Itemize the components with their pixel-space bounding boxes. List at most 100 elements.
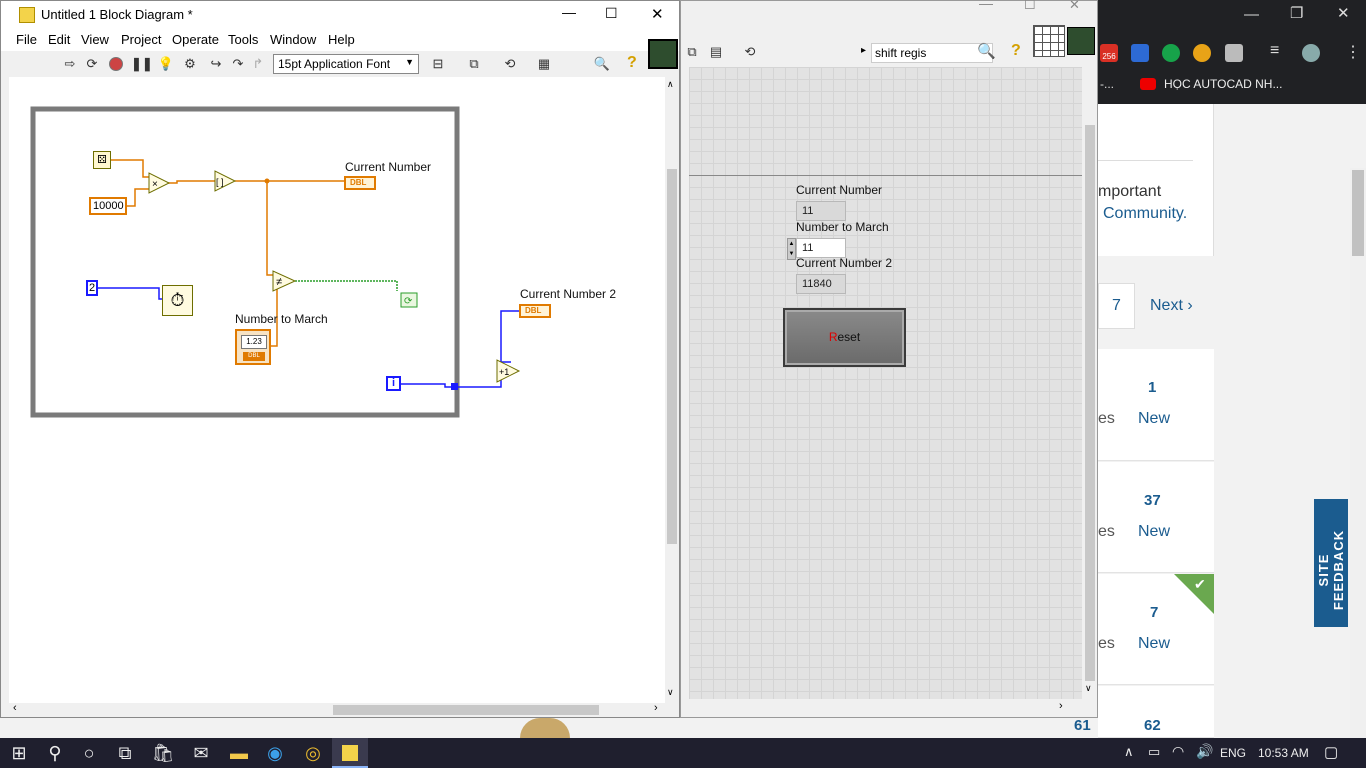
align-objects-icon[interactable]: ⊟ bbox=[429, 55, 447, 73]
wait-ms-icon[interactable]: ⏱ bbox=[162, 285, 193, 316]
grammarly-icon[interactable] bbox=[1162, 44, 1180, 62]
chrome-icon[interactable]: ◎ bbox=[296, 738, 330, 768]
row-new-link[interactable]: New bbox=[1138, 410, 1170, 428]
scrollbar-thumb[interactable] bbox=[1085, 125, 1095, 681]
front-panel-canvas[interactable]: Current Number 11 Number to March ▲ ▼ 11 … bbox=[689, 67, 1082, 699]
abort-icon[interactable] bbox=[109, 57, 123, 71]
outlook-icon[interactable]: ✉ bbox=[184, 738, 218, 768]
task-view-icon[interactable]: ⧉ bbox=[108, 738, 142, 768]
highlight-execution-icon[interactable]: 💡 bbox=[157, 55, 175, 73]
board-row[interactable]: es 37 New bbox=[1098, 462, 1214, 573]
menu-operate[interactable]: Operate bbox=[172, 32, 219, 47]
minimize-icon[interactable]: — bbox=[562, 4, 576, 20]
scroll-down-icon[interactable]: ∨ bbox=[1085, 683, 1092, 694]
constant-10000[interactable]: 10000 bbox=[89, 197, 127, 215]
search-icon[interactable]: 🔍 bbox=[593, 55, 611, 73]
battery-icon[interactable]: ▭ bbox=[1148, 744, 1160, 760]
distribute-objects-icon[interactable]: ⧉ bbox=[683, 43, 701, 61]
current-number-terminal[interactable]: DBL bbox=[344, 176, 376, 190]
edge-icon[interactable]: ◉ bbox=[258, 738, 292, 768]
resize-objects-icon[interactable]: ▤ bbox=[707, 43, 725, 61]
fp-horizontal-scrollbar[interactable]: › bbox=[689, 700, 1082, 716]
notification-icon[interactable]: ▢ bbox=[1324, 743, 1338, 761]
step-over-icon[interactable]: ↷ bbox=[229, 55, 247, 73]
pause-icon[interactable]: ❚❚ bbox=[131, 55, 153, 73]
help-icon[interactable]: ? bbox=[627, 54, 637, 72]
vi-icon[interactable] bbox=[648, 39, 678, 69]
menu-project[interactable]: Project bbox=[121, 32, 161, 47]
minimize-icon[interactable]: — bbox=[1244, 6, 1259, 23]
browser-scrollbar[interactable] bbox=[1350, 168, 1366, 738]
search-icon[interactable]: ⚲ bbox=[38, 738, 72, 768]
clean-up-diagram-icon[interactable]: ▦ bbox=[535, 55, 553, 73]
gmail-icon[interactable]: 256 bbox=[1100, 44, 1118, 62]
scroll-down-icon[interactable]: ∨ bbox=[667, 687, 674, 698]
chevron-up-icon[interactable]: ∧ bbox=[1124, 744, 1134, 760]
font-select[interactable]: 15pt Application Font ▼ bbox=[273, 54, 419, 74]
iteration-terminal[interactable]: i bbox=[386, 376, 401, 391]
pagination-next[interactable]: Next › bbox=[1150, 297, 1193, 315]
menu-view[interactable]: View bbox=[81, 32, 109, 47]
connector-pane-icon[interactable] bbox=[1033, 25, 1065, 57]
scroll-up-icon[interactable]: ∧ bbox=[667, 79, 674, 90]
reorder-icon[interactable]: ⟲ bbox=[741, 43, 759, 61]
board-row[interactable]: 61 62 bbox=[1074, 686, 1214, 738]
site-feedback-tab[interactable]: SITE FEEDBACK bbox=[1314, 499, 1348, 627]
close-icon[interactable]: ✕ bbox=[651, 5, 664, 23]
board-row[interactable]: es 1 New bbox=[1098, 349, 1214, 461]
number-to-march-control[interactable]: 11 bbox=[796, 238, 846, 258]
scrollbar-thumb[interactable] bbox=[1352, 170, 1364, 256]
file-explorer-icon[interactable]: ▬ bbox=[222, 738, 256, 768]
minimize-icon[interactable]: — bbox=[979, 0, 993, 11]
board-row[interactable]: es 7 New ✔ bbox=[1098, 574, 1214, 685]
vi-icon[interactable] bbox=[1067, 27, 1095, 55]
menu-help[interactable]: Help bbox=[328, 32, 355, 47]
language-indicator[interactable]: ENG bbox=[1220, 746, 1246, 760]
block-diagram-canvas[interactable]: × [ ] ≠ +1 ⟳ ⚄ 10000 2 ⏱ Current Number … bbox=[9, 77, 665, 703]
cortana-icon[interactable]: ○ bbox=[72, 738, 106, 768]
close-icon[interactable]: ✕ bbox=[1337, 4, 1350, 22]
bd-vertical-scrollbar[interactable]: ∧ ∨ bbox=[665, 77, 679, 703]
random-number-icon[interactable]: ⚄ bbox=[93, 151, 111, 169]
search-input[interactable]: shift regis bbox=[871, 43, 993, 63]
maximize-icon[interactable]: ☐ bbox=[1024, 0, 1036, 13]
help-icon[interactable]: ? bbox=[1011, 42, 1021, 60]
reset-button[interactable]: Reset bbox=[783, 308, 906, 367]
bookmark-youtube[interactable]: HỌC AUTOCAD NH... bbox=[1164, 77, 1282, 91]
menu-dots-icon[interactable]: ⋮ bbox=[1345, 42, 1361, 62]
row-new-link[interactable]: New bbox=[1138, 635, 1170, 653]
menu-edit[interactable]: Edit bbox=[48, 32, 70, 47]
labview-taskbar-button[interactable] bbox=[332, 738, 368, 768]
reading-list-icon[interactable]: ≡ bbox=[1270, 42, 1279, 60]
extension-icon[interactable] bbox=[1193, 44, 1211, 62]
run-continuously-icon[interactable]: ⟳ bbox=[83, 55, 101, 73]
clock[interactable]: 10:53 AM bbox=[1258, 746, 1309, 760]
store-icon[interactable]: 🛍 bbox=[146, 738, 180, 768]
bookmark-partial[interactable]: -... bbox=[1100, 77, 1114, 91]
constant-2[interactable]: 2 bbox=[86, 280, 98, 296]
menu-window[interactable]: Window bbox=[270, 32, 316, 47]
current-number2-terminal[interactable]: DBL bbox=[519, 304, 551, 318]
row-new-link[interactable]: New bbox=[1138, 523, 1170, 541]
numeric-increment-icon[interactable]: ▲ ▼ bbox=[787, 238, 796, 260]
menu-tools[interactable]: Tools bbox=[228, 32, 258, 47]
retain-wire-values-icon[interactable]: ⚙ bbox=[181, 55, 199, 73]
step-out-icon[interactable]: ↱ bbox=[249, 55, 267, 73]
pagination-page[interactable]: 7 bbox=[1098, 283, 1135, 329]
scroll-left-icon[interactable]: ‹ bbox=[13, 702, 17, 714]
restore-icon[interactable]: ❐ bbox=[1290, 4, 1303, 22]
maximize-icon[interactable]: ☐ bbox=[605, 5, 618, 22]
scrollbar-thumb[interactable] bbox=[667, 169, 677, 544]
scroll-right-icon[interactable]: › bbox=[1059, 700, 1063, 712]
menu-file[interactable]: File bbox=[16, 32, 37, 47]
step-into-icon[interactable]: ↪ bbox=[207, 55, 225, 73]
extension-2-icon[interactable] bbox=[1225, 44, 1243, 62]
search-icon[interactable]: 🔍 bbox=[977, 42, 996, 60]
scrollbar-thumb[interactable] bbox=[333, 705, 599, 715]
volume-icon[interactable]: 🔊 bbox=[1196, 743, 1213, 760]
community-link[interactable]: Community. bbox=[1103, 205, 1187, 223]
distribute-objects-icon[interactable]: ⧉ bbox=[465, 55, 483, 73]
wifi-icon[interactable]: ◠ bbox=[1172, 743, 1184, 760]
fp-vertical-scrollbar[interactable]: ∨ bbox=[1083, 67, 1097, 699]
bd-horizontal-scrollbar[interactable]: ‹ › bbox=[9, 702, 665, 717]
